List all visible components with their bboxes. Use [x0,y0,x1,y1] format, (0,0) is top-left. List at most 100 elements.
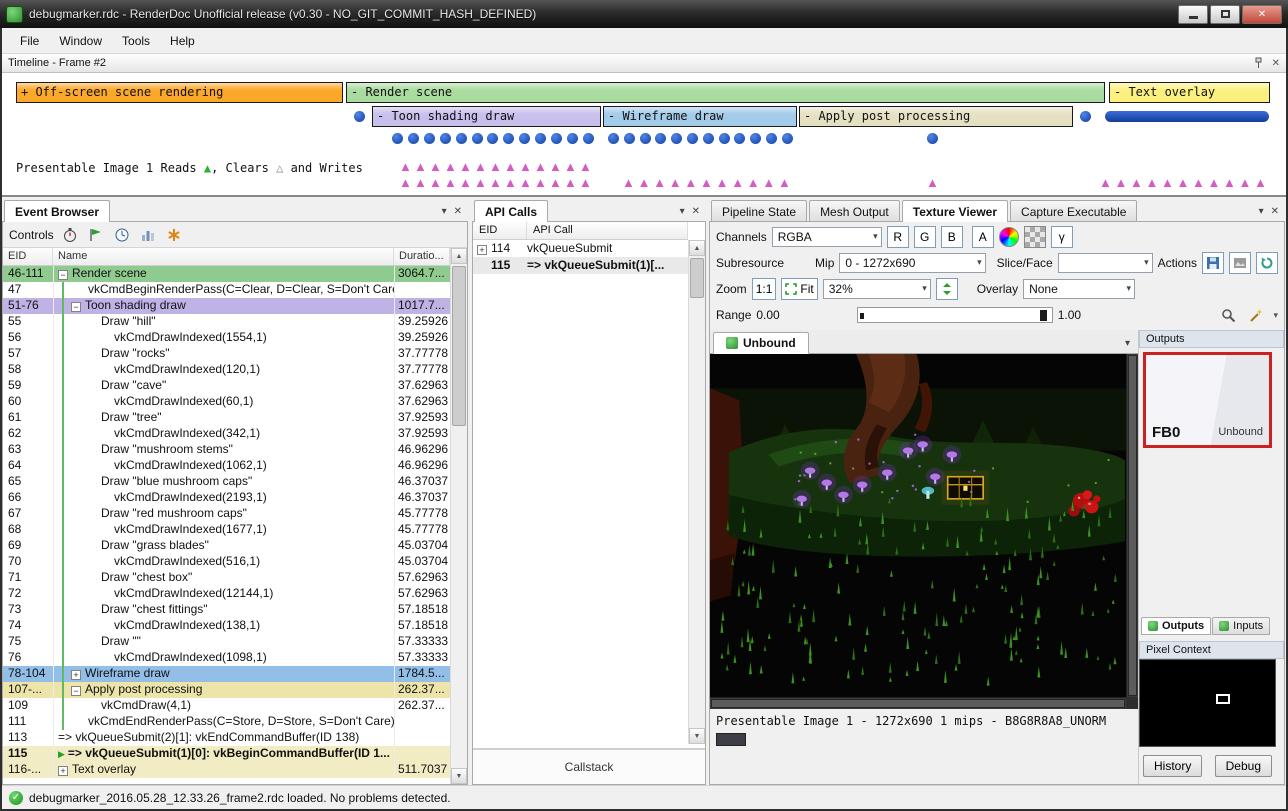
expand-collapse-icon[interactable]: + [71,670,81,680]
scroll-down-icon[interactable]: ▼ [689,728,705,744]
event-row[interactable]: 69 Draw "grass blades" 45.03704 [3,538,450,554]
timeline-event-dot[interactable] [503,133,514,144]
write-marker-icon[interactable]: ▲ [731,176,744,189]
panel-menu-icon[interactable]: ▾ [442,206,447,217]
write-marker-icon[interactable]: ▲ [564,160,577,173]
scrollbar-thumb[interactable] [452,266,466,426]
expand-collapse-icon[interactable] [84,540,97,550]
timeline-marker-block[interactable]: - Wireframe draw [603,106,797,127]
stats-icon[interactable] [138,225,158,245]
expand-collapse-icon[interactable] [97,652,110,662]
write-marker-icon[interactable]: ▲ [399,160,412,173]
scrollbar-thumb[interactable] [1128,355,1137,696]
expand-collapse-icon[interactable] [97,492,110,502]
save-texture-icon[interactable] [1202,252,1224,274]
api-calls-scrollbar[interactable]: ▲ ▼ [688,240,705,744]
write-marker-icon[interactable]: ▲ [504,176,517,189]
event-row[interactable]: 47 vkCmdBeginRenderPass(C=Clear, D=Clear… [3,282,450,298]
expand-collapse-icon[interactable] [97,588,110,598]
event-row[interactable]: 71 Draw "chest box" 57.62963 [3,570,450,586]
timeline-event-dot[interactable] [687,133,698,144]
write-marker-icon[interactable]: ▲ [504,160,517,173]
blue-channel-button[interactable]: B [941,226,963,248]
timeline-event-dot[interactable] [640,133,651,144]
write-marker-icon[interactable]: ▲ [579,160,592,173]
expand-collapse-icon[interactable] [84,444,97,454]
timeline-event-dot[interactable] [354,111,365,122]
expand-collapse-icon[interactable] [84,700,97,710]
tab-outputs[interactable]: Outputs [1141,617,1211,635]
write-marker-icon[interactable]: ▲ [429,160,442,173]
timeline-event-dot[interactable] [487,133,498,144]
expand-collapse-icon[interactable] [84,572,97,582]
slice-face-select[interactable]: ▾ [1058,253,1153,273]
write-marker-icon[interactable]: ▲ [519,160,532,173]
write-marker-icon[interactable]: ▲ [747,176,760,189]
history-button[interactable]: History [1143,755,1202,777]
expand-collapse-icon[interactable]: − [58,270,68,280]
write-marker-icon[interactable]: ▲ [926,176,939,189]
expand-collapse-icon[interactable] [97,332,110,342]
event-row[interactable]: 67 Draw "red mushroom caps" 45.77778 [3,506,450,522]
timeline-event-dot[interactable] [583,133,594,144]
write-marker-icon[interactable]: ▲ [534,176,547,189]
texture-tab-unbound[interactable]: Unbound [713,332,809,354]
column-duration[interactable]: Duratio... [394,248,450,265]
tab-capture-executable[interactable]: Capture Executable [1010,200,1137,222]
menu-item-file[interactable]: File [10,30,49,52]
write-marker-icon[interactable]: ▲ [489,160,502,173]
event-row[interactable]: 65 Draw "blue mushroom caps" 46.37037 [3,474,450,490]
timeline-event-dot[interactable] [927,133,938,144]
green-channel-button[interactable]: G [914,226,936,248]
tab-texture-viewer[interactable]: Texture Viewer [902,200,1008,222]
event-row[interactable]: 46-111 −Render scene 3064.7... [3,266,450,282]
texture-tab-menu-icon[interactable]: ▾ [1125,338,1138,353]
event-row[interactable]: 76 vkCmdDrawIndexed(1098,1) 57.33333 [3,650,450,666]
timeline-marker-block[interactable]: + Off-screen scene rendering [16,82,343,103]
expand-collapse-icon[interactable] [97,620,110,630]
timeline-event-dot[interactable] [608,133,619,144]
event-row[interactable]: 55 Draw "hill" 39.25926 [3,314,450,330]
write-marker-icon[interactable]: ▲ [1177,176,1190,189]
write-marker-icon[interactable]: ▲ [534,160,547,173]
texture-horizontal-scrollbar[interactable] [710,697,1126,709]
write-marker-icon[interactable]: ▲ [1146,176,1159,189]
minimize-button[interactable] [1178,5,1208,24]
menu-item-window[interactable]: Window [49,30,112,52]
write-marker-icon[interactable]: ▲ [1192,176,1205,189]
expand-collapse-icon[interactable] [84,316,97,326]
event-row[interactable]: 74 vkCmdDrawIndexed(138,1) 57.18518 [3,618,450,634]
refresh-icon[interactable] [1256,252,1278,274]
write-marker-icon[interactable]: ▲ [1239,176,1252,189]
expand-collapse-icon[interactable] [97,556,110,566]
event-row[interactable]: 51-76 −Toon shading draw 1017.7... [3,298,450,314]
panel-close-icon[interactable]: ✕ [692,206,700,217]
red-channel-button[interactable]: R [887,226,909,248]
texture-image[interactable] [710,354,1126,697]
zoom-1to1-button[interactable]: 1:1 [752,278,777,300]
controls-label[interactable]: Controls [9,228,54,242]
write-marker-icon[interactable]: ▲ [684,176,697,189]
write-marker-icon[interactable]: ▲ [429,176,442,189]
expand-collapse-icon[interactable] [97,396,110,406]
expand-collapse-icon[interactable] [71,716,84,726]
expand-collapse-icon[interactable] [97,460,110,470]
timeline-event-dot[interactable] [424,133,435,144]
event-row[interactable]: 68 vkCmdDrawIndexed(1677,1) 45.77778 [3,522,450,538]
write-marker-icon[interactable]: ▲ [653,176,666,189]
tab-event-browser[interactable]: Event Browser [4,200,110,222]
event-row[interactable]: 113 => vkQueueSubmit(2)[1]: vkEndCommand… [3,730,450,746]
timeline-event-dot[interactable] [766,133,777,144]
color-wheel-icon[interactable] [999,227,1019,247]
event-row[interactable]: 111 vkCmdEndRenderPass(C=Store, D=Store,… [3,714,450,730]
write-marker-icon[interactable]: ▲ [399,176,412,189]
event-row[interactable]: 109 vkCmdDraw(4,1) 262.37... [3,698,450,714]
write-marker-icon[interactable]: ▲ [474,160,487,173]
timeline-close-icon[interactable]: ✕ [1272,58,1280,69]
write-marker-icon[interactable]: ▲ [549,160,562,173]
goto-event-icon[interactable] [86,225,106,245]
mip-select[interactable]: 0 - 1272x690▾ [839,253,985,273]
expand-collapse-icon[interactable] [84,508,97,518]
write-marker-icon[interactable]: ▲ [414,176,427,189]
timeline-event-dot[interactable] [551,133,562,144]
